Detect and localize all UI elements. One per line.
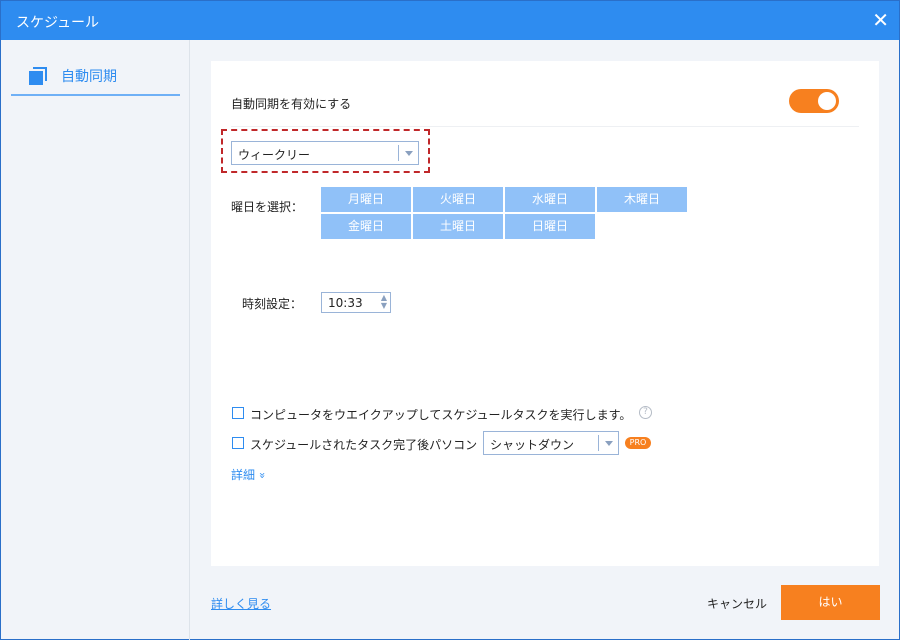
close-icon[interactable]: ✕ [872,8,889,32]
wake-checkbox[interactable] [232,407,244,419]
time-label: 時刻設定： [242,297,303,311]
day-thursday[interactable]: 木曜日 [597,187,687,212]
ok-button[interactable]: はい [781,585,880,620]
enable-toggle[interactable] [789,89,839,113]
wake-label: コンピュータをウエイクアップしてスケジュールタスクを実行します。 [250,408,632,422]
after-action-select[interactable]: シャットダウン [483,431,619,455]
sidebar-item-label: 自動同期 [61,69,117,85]
day-saturday[interactable]: 土曜日 [413,214,503,239]
time-spinner[interactable]: 10:33 ▲ ▼ [321,292,391,313]
frequency-value: ウィークリー [238,148,311,162]
frequency-select[interactable]: ウィークリー [231,141,419,165]
day-sunday[interactable]: 日曜日 [505,214,595,239]
after-task-label: スケジュールされたタスク完了後パソコン [250,438,478,452]
chevron-down-icon [398,145,418,161]
details-link[interactable]: 詳細 » [231,466,269,483]
details-label: 詳細 [231,468,256,482]
sidebar-item-auto-sync[interactable]: 自動同期 [11,62,180,96]
learn-more-link[interactable]: 詳しく見る [211,595,271,612]
pro-badge: PRO [625,437,651,449]
title-bar: スケジュール ✕ [1,1,899,40]
day-monday[interactable]: 月曜日 [321,187,411,212]
after-task-checkbox[interactable] [232,437,244,449]
chevron-down-icon [598,435,618,451]
help-icon[interactable]: ? [639,406,652,419]
sidebar: 自動同期 [1,40,190,640]
schedule-dialog: スケジュール ✕ 自動同期 自動同期を有効にする ウィークリー 曜日を選択： 月… [0,0,900,640]
after-action-value: シャットダウン [490,438,575,452]
dialog-title: スケジュール [16,15,100,31]
cancel-button[interactable]: キャンセル [707,595,767,612]
double-chevron-down-icon: » [255,472,269,479]
divider [231,126,859,127]
days-label: 曜日を選択： [231,200,304,214]
day-friday[interactable]: 金曜日 [321,214,411,239]
time-value: 10:33 [328,296,363,310]
settings-panel: 自動同期を有効にする ウィークリー 曜日を選択： 月曜日 火曜日 水曜日 木曜日… [211,61,879,566]
day-tuesday[interactable]: 火曜日 [413,187,503,212]
day-wednesday[interactable]: 水曜日 [505,187,595,212]
spinner-arrows-icon[interactable]: ▲ ▼ [381,294,387,310]
enable-label: 自動同期を有効にする [231,97,352,111]
copy-icon [29,67,47,85]
